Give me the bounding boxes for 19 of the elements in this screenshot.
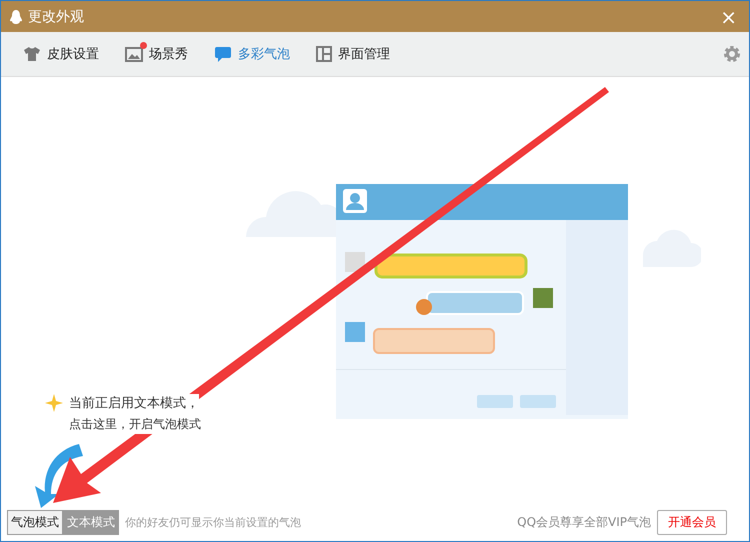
layout-icon — [316, 46, 332, 62]
hint-text: 点击这里，开启气泡模式 — [69, 414, 201, 434]
settings-icon[interactable] — [723, 45, 741, 63]
footer-note: 你的好友仍可显示你当前设置的气泡 — [125, 515, 302, 530]
sparkle-icon — [45, 394, 63, 412]
shirt-icon — [23, 46, 41, 62]
tab[interactable]: 场景秀 — [125, 45, 188, 63]
mode-toggle-button[interactable]: 气泡模式 — [7, 510, 63, 535]
tab[interactable]: 多彩气泡 — [214, 45, 290, 63]
tab[interactable]: 界面管理 — [316, 45, 390, 63]
speech-bubble-icon — [214, 46, 232, 62]
picture-icon — [125, 46, 143, 62]
penguin-icon — [9, 8, 23, 24]
tab[interactable]: 皮肤设置 — [23, 45, 99, 63]
curved-arrow-icon — [33, 442, 83, 508]
hint-text: 当前正启用文本模式， — [69, 394, 199, 414]
vip-text: QQ会员尊享全部VIP气泡 — [517, 514, 651, 531]
window-title: 更改外观 — [28, 8, 85, 26]
vip-button[interactable]: 开通会员 — [657, 510, 727, 535]
